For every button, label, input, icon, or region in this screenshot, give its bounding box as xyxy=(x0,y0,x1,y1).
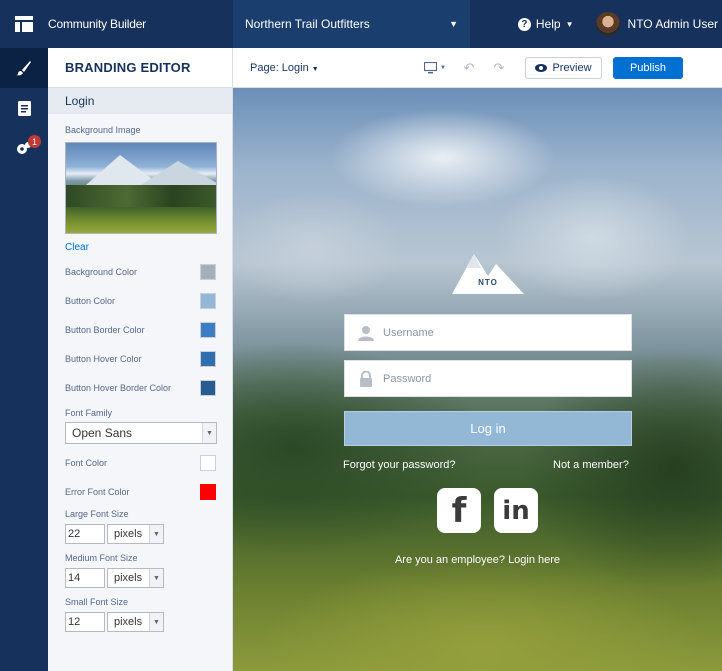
left-rail: 1 xyxy=(0,48,48,671)
paintbrush-icon xyxy=(16,61,31,76)
large-font-size-control: 22 pixels ▼ xyxy=(65,524,216,544)
error-font-color-swatch[interactable] xyxy=(200,483,216,500)
user-icon xyxy=(357,324,375,342)
linkedin-icon[interactable]: in xyxy=(494,488,538,533)
color-row-button-hover: Button Hover Color xyxy=(65,344,216,373)
forgot-password-link[interactable]: Forgot your password? xyxy=(343,459,456,471)
device-selector[interactable]: ▼ xyxy=(424,61,454,74)
unit-value: pixels xyxy=(114,572,143,584)
branding-rail-button[interactable] xyxy=(0,48,48,88)
password-placeholder: Password xyxy=(383,372,432,385)
color-swatch[interactable] xyxy=(200,263,216,280)
user-name[interactable]: NTO Admin User xyxy=(628,17,718,31)
large-font-size-input[interactable]: 22 xyxy=(65,524,105,544)
color-swatch[interactable] xyxy=(200,292,216,309)
color-swatch[interactable] xyxy=(200,379,216,396)
small-font-size-unit-select[interactable]: pixels ▼ xyxy=(107,612,164,632)
color-row-background: Background Color xyxy=(65,257,216,286)
canvas-toolbar: Page: Login ▼ ▼ ↶ ↷ Preview Publish xyxy=(233,48,722,88)
medium-font-size-unit-select[interactable]: pixels ▼ xyxy=(107,568,164,588)
large-font-size-label: Large Font Size xyxy=(65,509,129,519)
username-placeholder: Username xyxy=(383,326,434,339)
caret-down-icon: ▼ xyxy=(449,19,458,29)
chevron-down-icon: ▼ xyxy=(149,613,163,631)
clear-image-link[interactable]: Clear xyxy=(65,242,216,253)
password-field[interactable]: Password xyxy=(344,360,632,397)
font-color-label: Font Color xyxy=(65,457,108,468)
settings-rail-button[interactable]: 1 xyxy=(0,128,48,168)
caret-down-icon: ▼ xyxy=(440,64,446,71)
help-icon: ? xyxy=(517,17,531,31)
branding-editor-panel: BRANDING EDITOR Login Background Image C… xyxy=(48,48,233,671)
background-image-thumbnail[interactable] xyxy=(65,142,217,234)
facebook-icon[interactable]: f xyxy=(437,488,481,533)
site-switcher[interactable]: Northern Trail Outfitters ▼ xyxy=(233,0,470,48)
top-bar: Community Builder Northern Trail Outfitt… xyxy=(0,0,722,48)
color-swatch[interactable] xyxy=(200,321,216,338)
not-member-link[interactable]: Not a member? xyxy=(553,459,629,471)
large-font-size-unit-select[interactable]: pixels ▼ xyxy=(107,524,164,544)
publish-button[interactable]: Publish xyxy=(613,56,683,79)
caret-down-icon: ▼ xyxy=(311,65,319,73)
lock-icon xyxy=(357,370,375,388)
pages-rail-button[interactable] xyxy=(0,88,48,128)
caret-down-icon: ▼ xyxy=(565,19,574,29)
avatar[interactable] xyxy=(595,12,620,36)
font-family-select[interactable]: Open Sans ▼ xyxy=(65,422,217,444)
help-label: Help xyxy=(535,17,561,31)
login-page-canvas: NTO Username Password Log in Forgot your… xyxy=(233,88,722,671)
unit-value: pixels xyxy=(114,616,143,628)
eye-icon xyxy=(535,63,548,72)
error-font-color-row: Error Font Color xyxy=(65,477,216,506)
preview-button[interactable]: Preview xyxy=(525,56,602,79)
color-label: Button Hover Color xyxy=(65,353,142,364)
redo-icon[interactable]: ↷ xyxy=(484,60,514,76)
medium-font-size-input[interactable]: 14 xyxy=(65,568,105,588)
employee-login-link[interactable]: Are you an employee? Login here xyxy=(233,554,722,566)
unit-value: pixels xyxy=(114,528,143,540)
color-label: Button Hover Border Color xyxy=(65,382,172,393)
preview-label: Preview xyxy=(552,61,592,74)
color-label: Button Color xyxy=(65,295,116,306)
color-row-button: Button Color xyxy=(65,286,216,315)
page-icon xyxy=(17,100,31,116)
color-row-button-hover-border: Button Hover Border Color xyxy=(65,373,216,402)
chevron-down-icon: ▼ xyxy=(149,569,163,587)
username-field[interactable]: Username xyxy=(344,314,632,351)
font-family-label: Font Family xyxy=(65,408,113,418)
small-font-size-control: 12 pixels ▼ xyxy=(65,612,216,632)
color-label: Button Border Color xyxy=(65,324,145,335)
color-label: Background Color xyxy=(65,266,138,277)
small-font-size-input[interactable]: 12 xyxy=(65,612,105,632)
app-name: Community Builder xyxy=(48,17,146,31)
login-button[interactable]: Log in xyxy=(344,411,632,446)
notification-badge: 1 xyxy=(28,135,41,148)
page-selector[interactable]: Page: Login ▼ xyxy=(250,62,424,74)
site-name: Northern Trail Outfitters xyxy=(245,17,370,31)
panel-title: BRANDING EDITOR xyxy=(48,48,232,88)
chevron-down-icon: ▼ xyxy=(149,525,163,543)
small-font-size-label: Small Font Size xyxy=(65,597,129,607)
medium-font-size-control: 14 pixels ▼ xyxy=(65,568,216,588)
nto-logo xyxy=(452,254,524,294)
font-color-swatch[interactable] xyxy=(200,454,216,471)
font-family-value: Open Sans xyxy=(72,426,133,440)
nto-logo-text: NTO xyxy=(478,278,498,287)
error-font-color-label: Error Font Color xyxy=(65,486,130,497)
chevron-down-icon: ▼ xyxy=(202,423,216,443)
font-color-row: Font Color xyxy=(65,448,216,477)
page-selector-label: Page: Login xyxy=(250,61,309,74)
help-menu[interactable]: ? Help ▼ xyxy=(517,17,574,31)
medium-font-size-label: Medium Font Size xyxy=(65,553,138,563)
panel-section-login: Login xyxy=(48,88,232,114)
undo-icon[interactable]: ↶ xyxy=(454,60,484,76)
background-image-label: Background Image xyxy=(65,125,141,135)
color-swatch[interactable] xyxy=(200,350,216,367)
desktop-icon xyxy=(424,61,437,73)
builder-logo-icon[interactable] xyxy=(0,0,48,48)
color-row-button-border: Button Border Color xyxy=(65,315,216,344)
